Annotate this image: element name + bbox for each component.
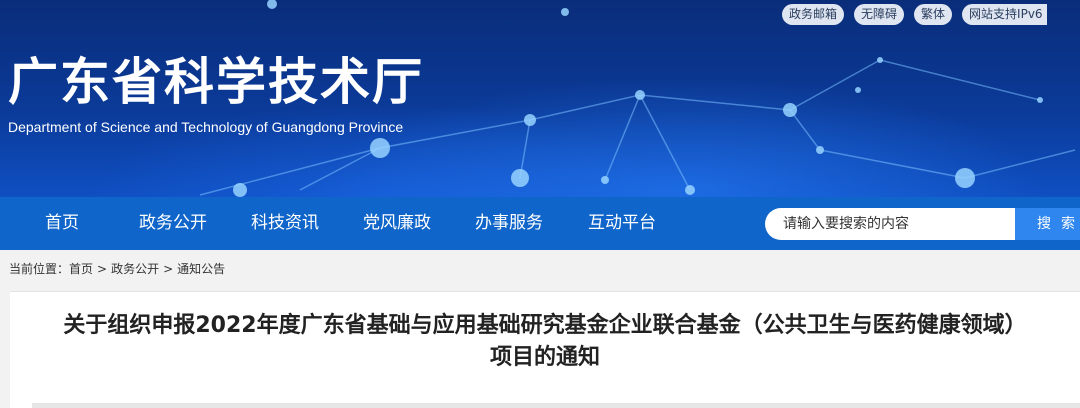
nav-item-home[interactable]: 首页 [45,197,79,250]
nav-item-tech-news[interactable]: 科技资讯 [251,197,319,250]
breadcrumb-home[interactable]: 首页 [69,260,93,277]
breadcrumb-separator: > [97,262,108,276]
search-button[interactable]: 搜索 [1015,208,1080,240]
article-divider [32,403,1080,408]
breadcrumb-gov-affairs[interactable]: 政务公开 [111,260,159,277]
top-link-traditional[interactable]: 繁体 [914,4,953,25]
top-links: 政务邮箱 无障碍 繁体 网站支持IPv6 [782,4,1047,25]
article-title-line-1: 关于组织申报2022年度广东省基础与应用基础研究基金企业联合基金（公共卫生与医药… [63,313,1027,338]
site-title: 广东省科学技术厅 [8,53,424,111]
nav-item-services[interactable]: 办事服务 [475,197,543,250]
article-panel: 关于组织申报2022年度广东省基础与应用基础研究基金企业联合基金（公共卫生与医药… [10,291,1080,408]
article-title-line-2: 项目的通知 [489,345,600,370]
breadcrumb-notices[interactable]: 通知公告 [177,260,225,277]
article-title: 关于组织申报2022年度广东省基础与应用基础研究基金企业联合基金（公共卫生与医药… [10,310,1080,374]
nav-item-interaction[interactable]: 互动平台 [588,197,656,250]
breadcrumb-separator: > [163,262,174,276]
search-input[interactable] [765,208,1015,240]
nav-item-party-integrity[interactable]: 党风廉政 [363,197,431,250]
top-link-gov-mail[interactable]: 政务邮箱 [782,4,845,25]
breadcrumb: 当前位置：首页 > 政务公开 > 通知公告 [9,260,225,277]
header-banner: 广东省科学技术厅 Department of Science and Techn… [0,0,1080,197]
nav-item-gov-affairs[interactable]: 政务公开 [139,197,207,250]
breadcrumb-prefix: 当前位置： [9,262,70,276]
top-link-accessibility[interactable]: 无障碍 [854,4,905,25]
top-link-ipv6[interactable]: 网站支持IPv6 [962,4,1047,25]
site-subtitle: Department of Science and Technology of … [8,119,404,135]
